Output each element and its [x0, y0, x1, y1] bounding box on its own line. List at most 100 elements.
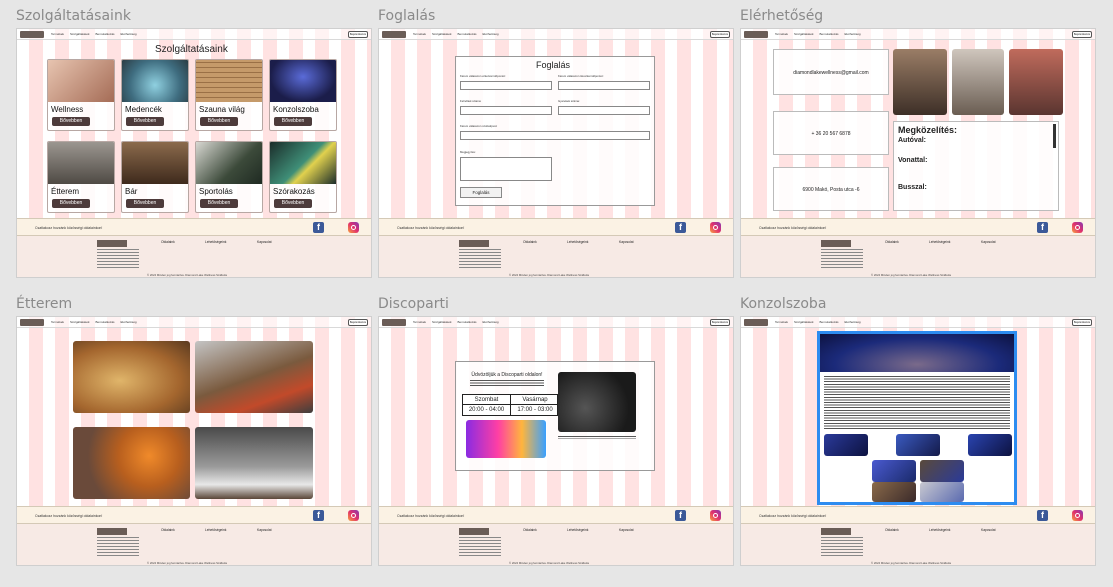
nav-item[interactable]: Elérhetőség	[845, 320, 861, 324]
nav-item[interactable]: Elérhetőség	[483, 320, 499, 324]
social-banner: Csatlakozz hozzánk közösségi oldalainkon…	[379, 506, 733, 524]
logo[interactable]	[744, 319, 768, 326]
nav-item[interactable]: Elérhetőség	[483, 32, 499, 36]
logo[interactable]	[382, 31, 406, 38]
food-photo	[73, 341, 190, 413]
frame-label-konzolszoba[interactable]: Konzolszoba	[740, 296, 826, 312]
more-button[interactable]: Bővebben	[200, 117, 238, 126]
nav-item[interactable]: Szolgáltatások	[794, 32, 814, 36]
logo[interactable]	[744, 31, 768, 38]
nav-item[interactable]: Bemutatkozás	[458, 32, 477, 36]
frame-label-elerhetoseg[interactable]: Elérhetőség	[740, 8, 823, 24]
logo[interactable]	[382, 319, 406, 326]
instagram-icon[interactable]	[1072, 222, 1083, 233]
service-card[interactable]: Medencék Bővebben	[121, 59, 189, 131]
logo[interactable]	[20, 319, 44, 326]
nav-item[interactable]: Szolgáltatások	[432, 320, 452, 324]
service-card[interactable]: Étterem Bővebben	[47, 141, 115, 213]
facebook-icon[interactable]: f	[313, 222, 324, 233]
logo[interactable]	[20, 31, 44, 38]
login-button[interactable]: Bejelentkezés	[710, 31, 730, 38]
frame-label-foglalas[interactable]: Foglalás	[378, 8, 435, 24]
frame-szolgaltatasaink[interactable]: Termékek Szolgáltatások Bemutatkozás Elé…	[16, 28, 372, 278]
service-card[interactable]: Bár Bővebben	[121, 141, 189, 213]
facebook-icon[interactable]: f	[1037, 510, 1048, 521]
adults-input[interactable]	[460, 106, 552, 115]
frame-elerhetoseg[interactable]: Termékek Szolgáltatások Bemutatkozás Elé…	[740, 28, 1096, 278]
frame-label-discoparti[interactable]: Discoparti	[378, 296, 449, 312]
nav-item[interactable]: Szolgáltatások	[432, 32, 452, 36]
login-button[interactable]: Bejelentkezés	[710, 319, 730, 326]
instagram-icon[interactable]	[1072, 510, 1083, 521]
instagram-icon[interactable]	[710, 222, 721, 233]
approach-bus: Busszal:	[898, 184, 927, 191]
nav-item[interactable]: Termékek	[51, 32, 64, 36]
nav-item[interactable]: Szolgáltatások	[794, 320, 814, 324]
submit-button[interactable]: Foglalás	[460, 187, 502, 198]
schedule-table: Szombat Vasárnap 20:00 - 04:00 17:00 - 0…	[462, 394, 559, 416]
nav-item[interactable]: Bemutatkozás	[820, 32, 839, 36]
more-button[interactable]: Bővebben	[52, 199, 90, 208]
copyright: © 2024 Minden jog fenntartva. Diamond La…	[147, 561, 227, 565]
service-card[interactable]: Szórakozás Bővebben	[269, 141, 337, 213]
arrival-input[interactable]	[460, 81, 552, 90]
instagram-icon[interactable]	[348, 510, 359, 521]
nav-item[interactable]: Termékek	[775, 320, 788, 324]
nav-item[interactable]: Termékek	[413, 320, 426, 324]
nav-item[interactable]: Bemutatkozás	[96, 32, 115, 36]
room-type-select[interactable]	[460, 131, 650, 140]
scrollbar[interactable]	[1053, 124, 1056, 148]
room-photo	[893, 49, 947, 115]
footer: Oldalaink Lehetőségeink Kapcsolat © 2024…	[741, 524, 1095, 565]
facebook-icon[interactable]: f	[313, 510, 324, 521]
room-photo	[952, 49, 1004, 115]
more-button[interactable]: Bővebben	[200, 199, 238, 208]
service-card[interactable]: Wellness Bővebben	[47, 59, 115, 131]
frame-label-etterem[interactable]: Étterem	[16, 296, 72, 312]
facebook-icon[interactable]: f	[675, 510, 686, 521]
service-card[interactable]: Sportolás Bővebben	[195, 141, 263, 213]
frame-label-szolgaltatasaink[interactable]: Szolgáltatásaink	[16, 8, 131, 24]
email-text[interactable]: diamondlakewellness@gmail.com	[793, 70, 868, 76]
children-input[interactable]	[558, 106, 650, 115]
frame-konzolszoba[interactable]: Termékek Szolgáltatások Bemutatkozás Elé…	[740, 316, 1096, 566]
frame-discoparti[interactable]: Termékek Szolgáltatások Bemutatkozás Elé…	[378, 316, 734, 566]
notes-textarea[interactable]	[460, 157, 552, 181]
approach-box[interactable]: Megközelítés: Autóval: Vonattal: Busszal…	[893, 121, 1059, 211]
footer: Oldalaink Lehetőségeink Kapcsolat © 2024…	[741, 236, 1095, 277]
nav-item[interactable]: Szolgáltatások	[70, 32, 90, 36]
frame-etterem[interactable]: Termékek Szolgáltatások Bemutatkozás Elé…	[16, 316, 372, 566]
nav-item[interactable]: Bemutatkozás	[820, 320, 839, 324]
nav-item[interactable]: Termékek	[51, 320, 64, 324]
more-button[interactable]: Bővebben	[274, 117, 312, 126]
more-button[interactable]: Bővebben	[126, 117, 164, 126]
instagram-icon[interactable]	[710, 510, 721, 521]
nav-item[interactable]: Bemutatkozás	[458, 320, 477, 324]
facebook-icon[interactable]: f	[1037, 222, 1048, 233]
nav-item[interactable]: Szolgáltatások	[70, 320, 90, 324]
service-card[interactable]: Konzolszoba Bővebben	[269, 59, 337, 131]
nav-item[interactable]: Bemutatkozás	[96, 320, 115, 324]
departure-input[interactable]	[558, 81, 650, 90]
service-name: Wellness	[51, 105, 84, 114]
field-label: Kérem válasszon szobatípust:	[460, 124, 498, 128]
more-button[interactable]: Bővebben	[52, 117, 90, 126]
nav-item[interactable]: Elérhetőség	[845, 32, 861, 36]
service-card[interactable]: Szauna világ Bővebben	[195, 59, 263, 131]
nav-item[interactable]: Elérhetőség	[121, 320, 137, 324]
instagram-icon[interactable]	[348, 222, 359, 233]
facebook-icon[interactable]: f	[675, 222, 686, 233]
frame-foglalas[interactable]: Termékek Szolgáltatások Bemutatkozás Elé…	[378, 28, 734, 278]
login-button[interactable]: Bejelentkezés	[348, 31, 368, 38]
more-button[interactable]: Bővebben	[274, 199, 312, 208]
login-button[interactable]: Bejelentkezés	[348, 319, 368, 326]
nav-item[interactable]: Elérhetőség	[121, 32, 137, 36]
footer-description	[459, 537, 501, 557]
login-button[interactable]: Bejelentkezés	[1072, 319, 1092, 326]
login-button[interactable]: Bejelentkezés	[1072, 31, 1092, 38]
selected-content-block[interactable]	[817, 331, 1017, 505]
nav-item[interactable]: Termékek	[413, 32, 426, 36]
more-button[interactable]: Bővebben	[126, 199, 164, 208]
phone-text[interactable]: + 36 20 567 6878	[811, 131, 850, 137]
nav-item[interactable]: Termékek	[775, 32, 788, 36]
